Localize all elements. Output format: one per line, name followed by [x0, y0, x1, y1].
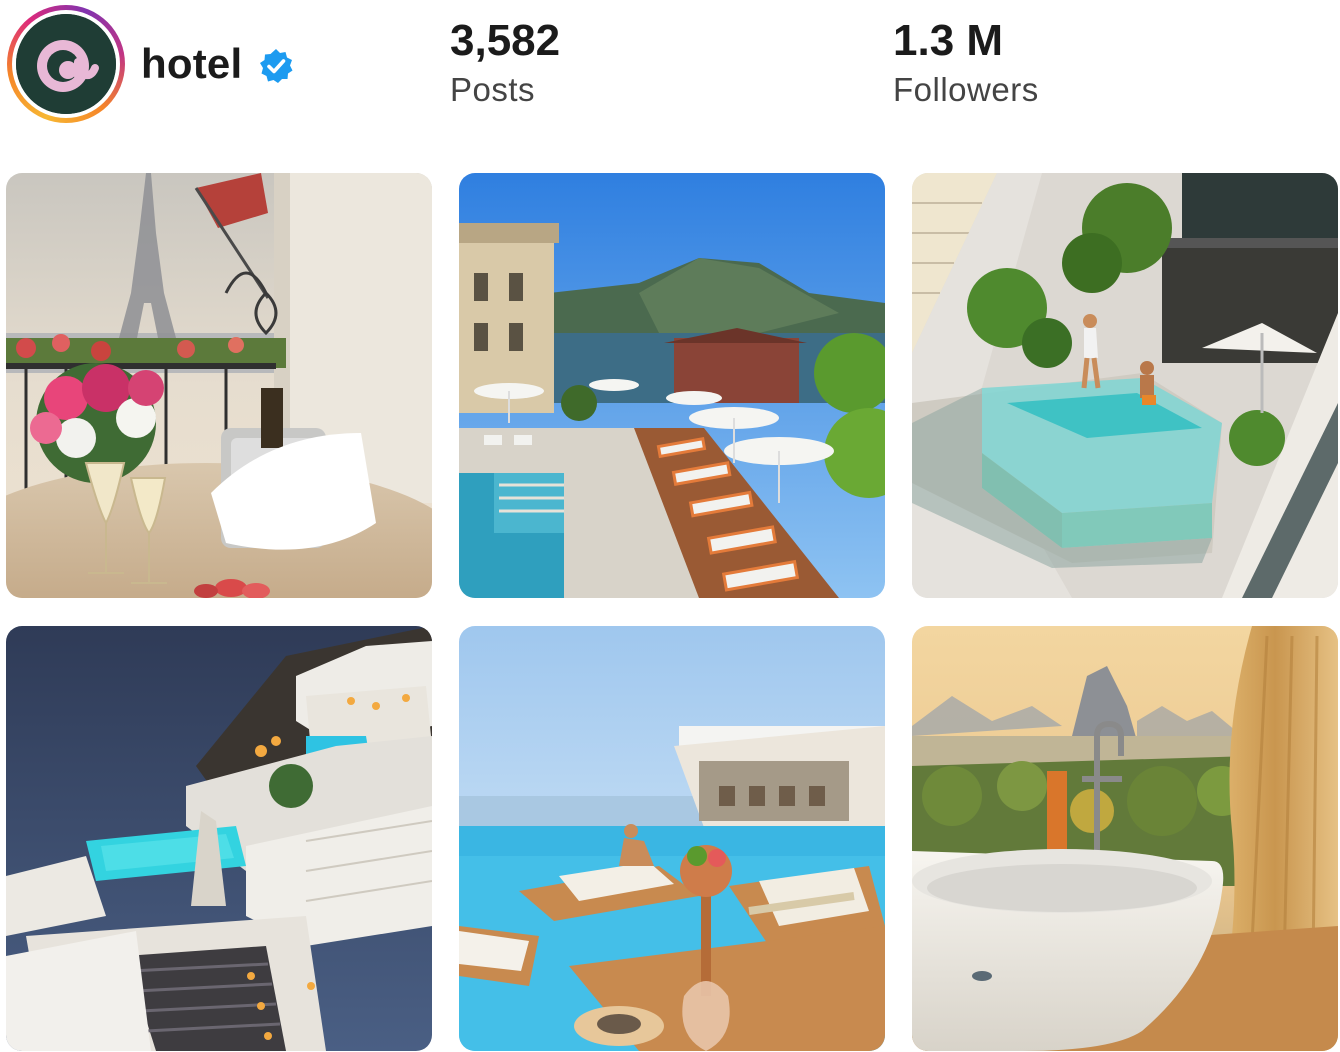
followers-label: Followers [893, 71, 1039, 108]
post-thumbnail-bathtub-view[interactable] [912, 626, 1338, 1051]
post-thumbnail-paris-balcony[interactable] [6, 173, 432, 598]
verified-badge-icon [258, 48, 294, 84]
posts-count: 3,582 [450, 16, 561, 65]
profile-avatar-ring[interactable] [7, 5, 125, 123]
post-thumbnail-santorini-dusk[interactable] [6, 626, 432, 1051]
posts-stat[interactable]: 3,582 Posts [450, 14, 560, 112]
posts-label: Posts [450, 71, 536, 108]
post-thumbnail-lake-pool-deck[interactable] [459, 173, 885, 598]
profile-handle[interactable]: hotel [141, 40, 242, 88]
followers-count: 1.3 M [893, 16, 1004, 65]
avatar-ring-gap [12, 10, 120, 118]
at-sign-logo-icon [16, 14, 116, 114]
post-thumbnail-infinity-pool[interactable] [459, 626, 885, 1051]
avatar[interactable] [16, 14, 116, 114]
followers-stat[interactable]: 1.3 M Followers [893, 14, 1039, 112]
post-thumbnail-glass-rooftop-pool[interactable] [912, 173, 1338, 598]
